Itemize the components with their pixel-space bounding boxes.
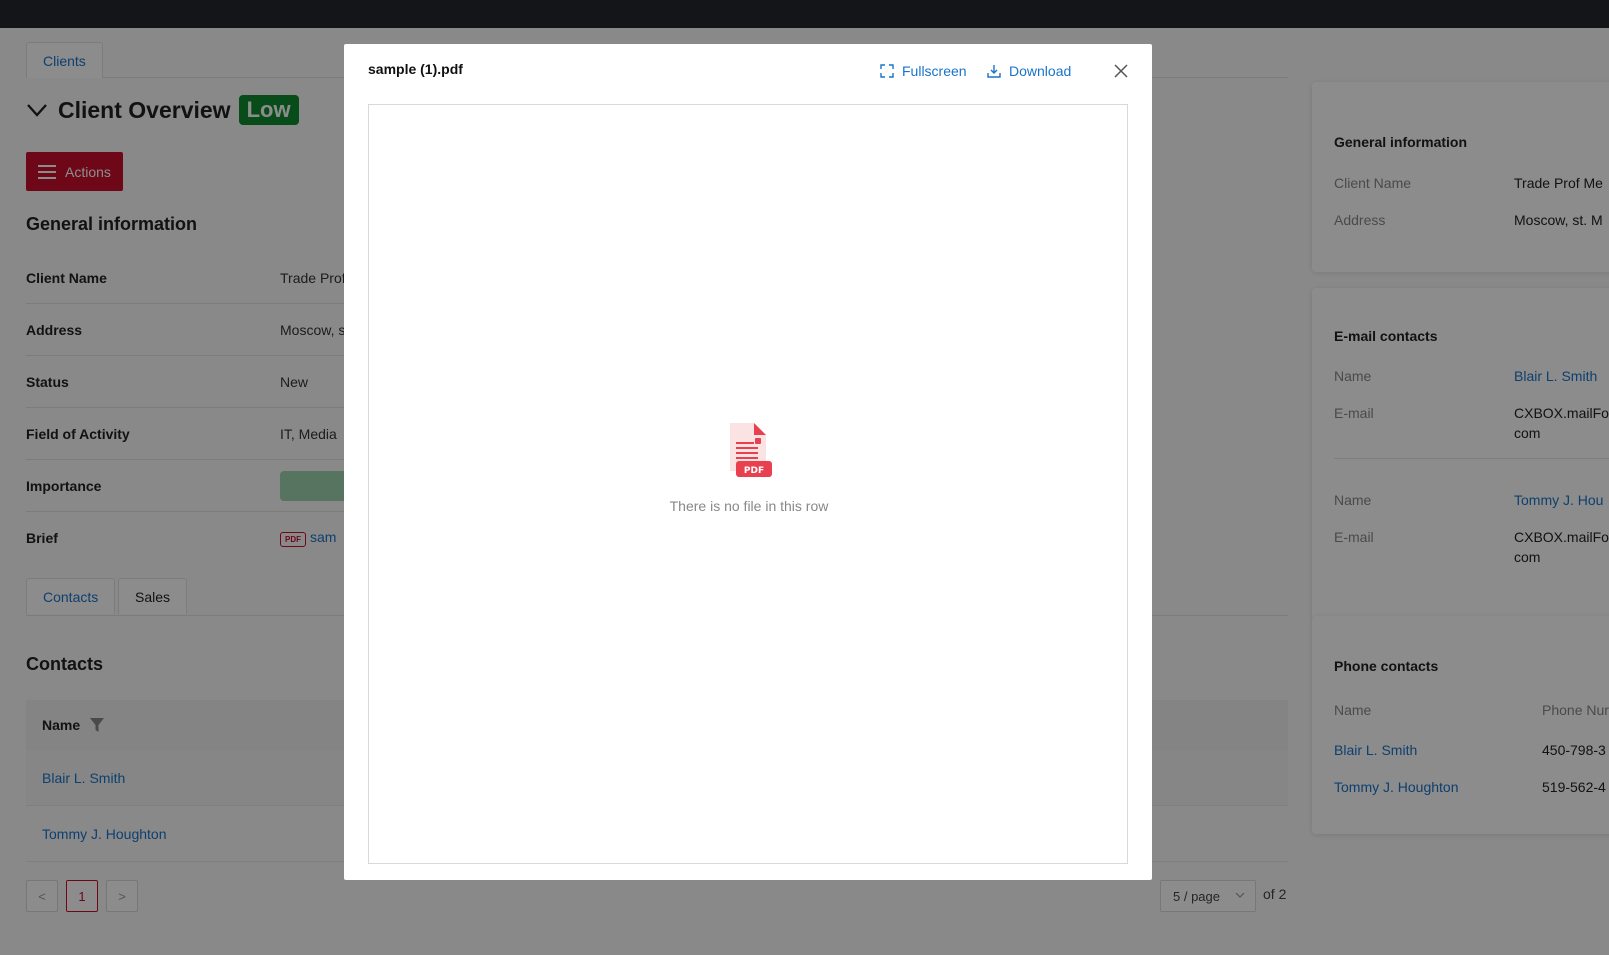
pdf-badge-text: PDF	[744, 466, 764, 476]
modal-title: sample (1).pdf	[368, 61, 463, 77]
fullscreen-button[interactable]: Fullscreen	[880, 63, 967, 79]
pdf-preview-modal: sample (1).pdf Fullscreen Download PDF T…	[344, 44, 1152, 880]
fullscreen-icon	[880, 64, 894, 78]
download-button[interactable]: Download	[987, 63, 1071, 79]
fullscreen-label: Fullscreen	[902, 63, 967, 79]
empty-message: There is no file in this row	[669, 498, 829, 514]
download-label: Download	[1009, 63, 1072, 79]
pdf-file-icon: PDF	[730, 423, 772, 477]
close-icon[interactable]	[1112, 62, 1130, 80]
empty-state: PDF There is no file in this row	[369, 421, 1129, 514]
download-icon	[987, 65, 1001, 78]
pdf-viewer-frame: PDF There is no file in this row	[368, 104, 1128, 864]
